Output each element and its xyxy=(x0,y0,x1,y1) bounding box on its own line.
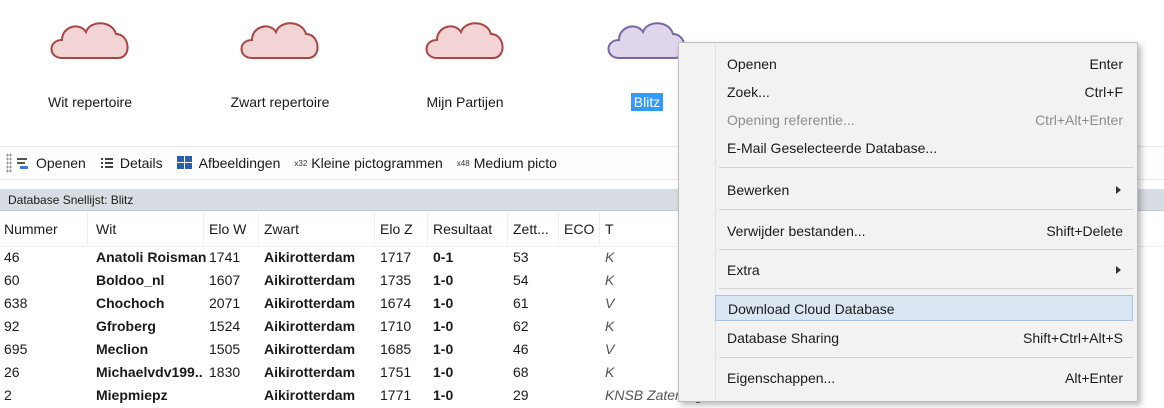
menu-item-extra[interactable]: Extra xyxy=(715,257,1133,283)
column-header-elo-z[interactable]: Elo Z xyxy=(376,212,428,246)
medium-icons-button[interactable]: x48 Medium picto xyxy=(457,155,557,171)
database-label: Mijn Partijen xyxy=(426,94,504,110)
database-label: Wit repertoire xyxy=(47,94,133,110)
column-header-elo-w[interactable]: Elo W xyxy=(205,212,259,246)
menu-item-download-cloud-database[interactable]: Download Cloud Database xyxy=(715,295,1133,321)
menu-separator xyxy=(719,357,1133,358)
context-menu: Openen Enter Zoek... Ctrl+F Opening refe… xyxy=(678,42,1138,402)
open-button[interactable]: Openen xyxy=(16,155,86,171)
submenu-arrow-icon xyxy=(1116,266,1121,274)
database-label: Zwart repertoire xyxy=(230,94,330,110)
column-header-resultaat[interactable]: Resultaat xyxy=(429,212,508,246)
cloud-icon xyxy=(425,22,504,59)
column-header-eco[interactable]: ECO xyxy=(560,212,600,246)
details-button[interactable]: Details xyxy=(100,155,163,171)
column-header-zwart[interactable]: Zwart xyxy=(260,212,375,246)
toolbar-grip[interactable] xyxy=(6,153,12,173)
menu-item-search[interactable]: Zoek... Ctrl+F xyxy=(715,79,1133,105)
database-tile-zwart-repertoire[interactable]: Zwart repertoire xyxy=(210,8,350,118)
database-tile-wit-repertoire[interactable]: Wit repertoire xyxy=(20,8,160,118)
open-icon xyxy=(16,156,30,170)
menu-separator xyxy=(719,288,1133,289)
submenu-arrow-icon xyxy=(1116,186,1121,194)
column-header-t[interactable]: T xyxy=(601,212,681,246)
menu-item-edit[interactable]: Bewerken xyxy=(715,177,1133,203)
database-tile-mijn-partijen[interactable]: Mijn Partijen xyxy=(395,8,535,118)
context-menu-gutter xyxy=(679,43,716,401)
details-list-icon xyxy=(100,156,114,170)
column-header-nummer[interactable]: Nummer xyxy=(0,212,88,246)
cloud-icon xyxy=(50,22,129,59)
menu-separator xyxy=(719,209,1133,210)
menu-item-database-sharing[interactable]: Database Sharing Shift+Ctrl+Alt+S xyxy=(715,325,1133,351)
menu-separator xyxy=(719,249,1133,250)
column-header-zett[interactable]: Zett... xyxy=(509,212,559,246)
menu-item-email-database[interactable]: E-Mail Geselecteerde Database... xyxy=(715,135,1133,161)
cloud-icon xyxy=(240,22,319,59)
small-icons-button[interactable]: x32 Kleine pictogrammen xyxy=(294,155,442,171)
menu-separator xyxy=(719,167,1133,168)
menu-item-delete-files[interactable]: Verwijder bestanden... Shift+Delete xyxy=(715,218,1133,244)
images-button[interactable]: Afbeeldingen xyxy=(176,155,280,171)
menu-item-open[interactable]: Openen Enter xyxy=(715,51,1133,77)
menu-item-properties[interactable]: Eigenschappen... Alt+Enter xyxy=(715,365,1133,391)
images-grid-icon xyxy=(176,156,193,170)
column-header-wit[interactable]: Wit xyxy=(92,212,204,246)
menu-item-opening-reference[interactable]: Opening referentie... Ctrl+Alt+Enter xyxy=(715,107,1133,133)
